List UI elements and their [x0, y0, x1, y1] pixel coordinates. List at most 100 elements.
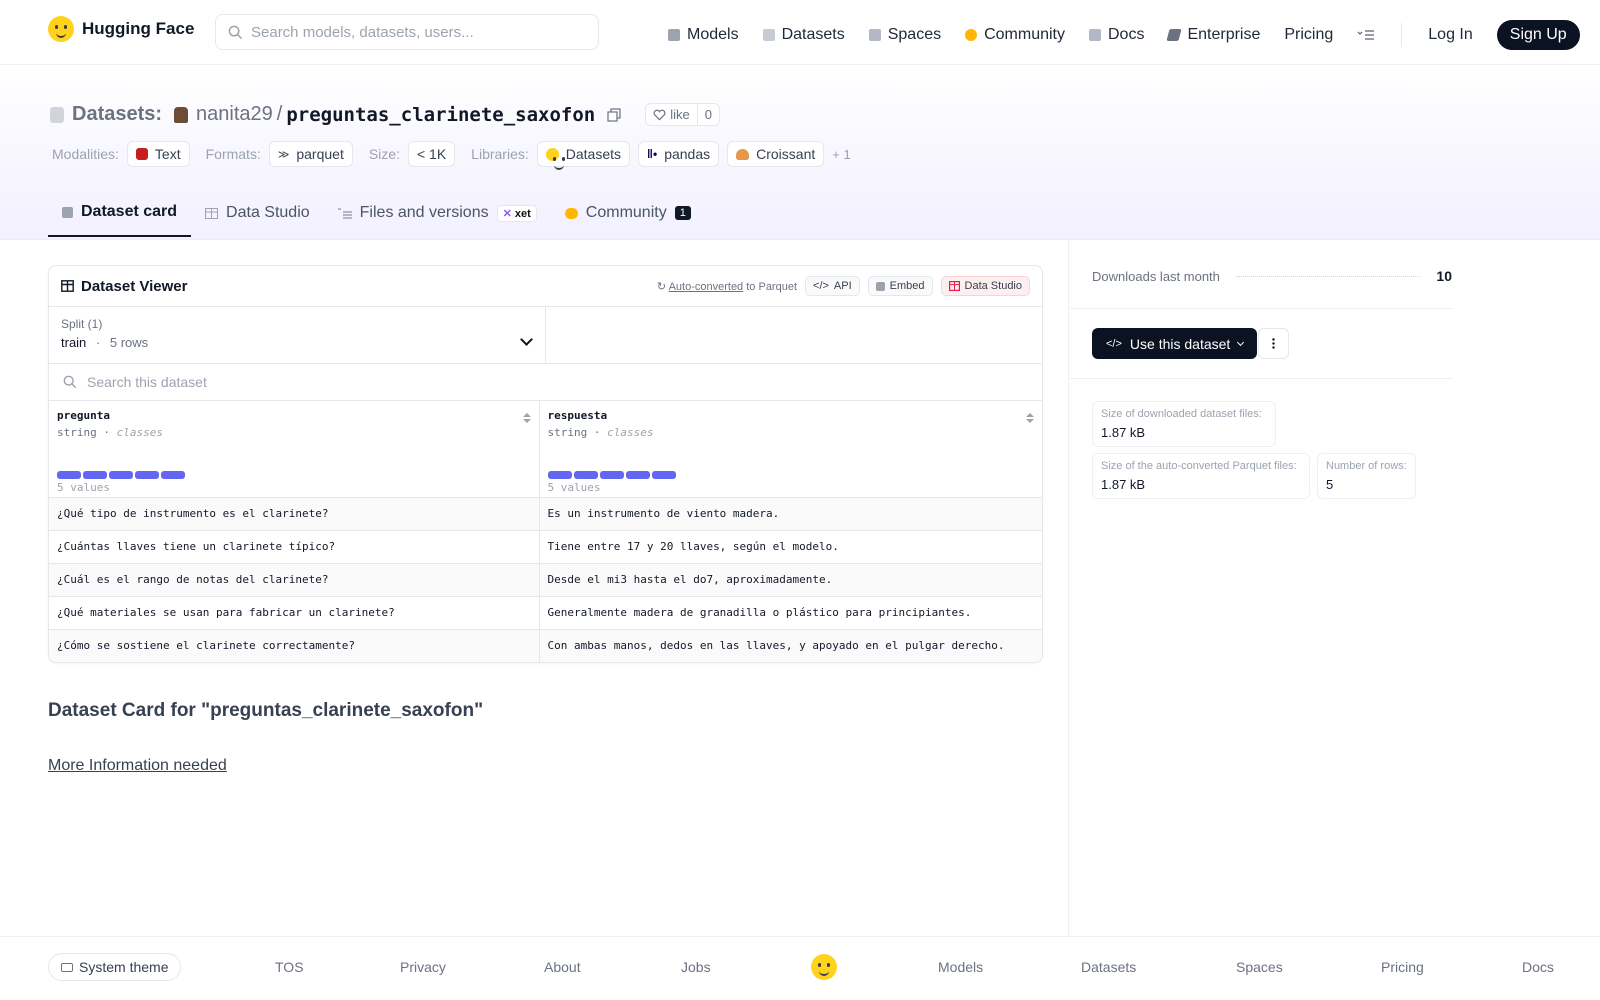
- global-search-box[interactable]: [215, 14, 599, 50]
- data-studio-button[interactable]: Data Studio: [940, 276, 1030, 296]
- viewer-actions: ↻ Auto-converted to Parquet </> API Embed…: [657, 276, 1030, 296]
- size-tag[interactable]: < 1K: [407, 141, 456, 167]
- table-cell[interactable]: ¿Cuál es el rango de notas del clarinete…: [49, 563, 539, 597]
- table-row[interactable]: ¿Qué tipo de instrumento es el clarinete…: [49, 497, 1042, 531]
- table-cell[interactable]: Tiene entre 17 y 20 llaves, según el mod…: [538, 530, 1042, 564]
- viewer-title: Dataset Viewer: [61, 278, 187, 295]
- footer-link-models[interactable]: Models: [938, 959, 983, 975]
- nav-docs[interactable]: Docs: [1089, 26, 1144, 44]
- nav-community[interactable]: Community: [965, 26, 1065, 44]
- login-link[interactable]: Log In: [1428, 26, 1472, 44]
- footer-link-privacy[interactable]: Privacy: [400, 959, 446, 975]
- table-cell[interactable]: Es un instrumento de viento madera.: [538, 497, 1042, 531]
- table-row[interactable]: ¿Cómo se sostiene el clarinete correctam…: [49, 629, 1042, 662]
- theme-toggle-button[interactable]: System theme: [48, 953, 182, 981]
- nav-datasets[interactable]: Datasets: [762, 26, 845, 44]
- breadcrumb-slash: /: [276, 103, 283, 125]
- table-cell[interactable]: Desde el mi3 hasta el do7, aproximadamen…: [538, 563, 1042, 597]
- dataset-search-input[interactable]: [87, 374, 687, 390]
- croissant-icon: [736, 148, 750, 160]
- column-header-pregunta[interactable]: pregunta string · classes 5 values: [49, 401, 539, 498]
- to-parquet-text: to Parquet: [746, 280, 798, 293]
- monitor-icon: [61, 962, 73, 972]
- tab-files-and-versions[interactable]: Files and versions ✕ xet: [324, 197, 551, 237]
- table-cell[interactable]: Generalmente madera de granadilla o plás…: [538, 596, 1042, 630]
- code-icon: </>: [1106, 337, 1122, 350]
- use-this-dataset-button[interactable]: </> Use this dataset: [1092, 328, 1258, 359]
- embed-button-label: Embed: [889, 280, 925, 292]
- histogram-bar: [573, 471, 598, 479]
- datasets-icon: [762, 29, 775, 41]
- nav-models-label: Models: [687, 26, 739, 43]
- data-studio-button-label: Data Studio: [964, 280, 1022, 292]
- sidebar-separator: [1069, 308, 1453, 309]
- column-type: string · classes: [57, 426, 163, 439]
- theme-toggle-label: System theme: [79, 959, 169, 975]
- nav-pricing[interactable]: Pricing: [1284, 26, 1333, 44]
- more-options-button[interactable]: [1258, 328, 1289, 359]
- community-count-badge: 1: [674, 206, 691, 220]
- hf-logo-link[interactable]: Hugging Face: [48, 16, 194, 42]
- footer-link-jobs[interactable]: Jobs: [681, 959, 711, 975]
- api-button[interactable]: </> API: [805, 276, 860, 296]
- column-value-count: 5 values: [57, 481, 110, 494]
- embed-button[interactable]: Embed: [867, 276, 933, 296]
- hugging-face-footer-logo-icon[interactable]: [811, 954, 837, 980]
- owner-link[interactable]: nanita29: [196, 103, 273, 126]
- column-type-value: string: [547, 426, 588, 439]
- copy-icon[interactable]: [607, 107, 621, 122]
- split-selector[interactable]: Split (1) train · 5 rows: [49, 307, 546, 363]
- like-button[interactable]: like 0: [645, 103, 720, 126]
- library-tag-datasets[interactable]: Datasets: [536, 141, 631, 170]
- library-tag-pandas[interactable]: ‖• pandas: [638, 141, 720, 167]
- value-histogram[interactable]: [547, 471, 676, 479]
- value-histogram[interactable]: [57, 471, 185, 479]
- footer-link-docs[interactable]: Docs: [1522, 959, 1554, 975]
- column-header-respuesta[interactable]: respuesta string · classes 5 values: [538, 401, 1042, 498]
- table-cell[interactable]: ¿Qué materiales se usan para fabricar un…: [49, 596, 539, 630]
- footer-link-pricing[interactable]: Pricing: [1381, 959, 1424, 975]
- size-label: Size:: [368, 146, 400, 162]
- global-search-input[interactable]: [251, 23, 571, 41]
- split-rows: 5 rows: [109, 335, 149, 350]
- more-menu-button[interactable]: [1357, 29, 1375, 41]
- auto-converted-link[interactable]: Auto-converted: [669, 281, 744, 293]
- tab-community[interactable]: Community 1: [551, 197, 705, 237]
- datasets-section-link[interactable]: Datasets:: [72, 103, 162, 126]
- table-cell[interactable]: ¿Cuántas llaves tiene un clarinete típic…: [49, 530, 539, 564]
- footer-link-spaces[interactable]: Spaces: [1236, 959, 1283, 975]
- footer-link-datasets[interactable]: Datasets: [1081, 959, 1136, 975]
- table-row[interactable]: ¿Cuántas llaves tiene un clarinete típic…: [49, 530, 1042, 564]
- table-row[interactable]: ¿Cuál es el rango de notas del clarinete…: [49, 563, 1042, 597]
- more-libraries[interactable]: + 1: [832, 147, 850, 162]
- nav-enterprise[interactable]: Enterprise: [1166, 26, 1260, 44]
- text-modality-icon: [135, 148, 148, 160]
- tab-dataset-card[interactable]: Dataset card: [48, 197, 192, 237]
- viewer-title-text: Dataset Viewer: [81, 277, 188, 295]
- library-tag-croissant[interactable]: Croissant: [727, 141, 825, 167]
- table-cell[interactable]: Con ambas manos, dedos en las llaves, y …: [538, 629, 1042, 662]
- repo-breadcrumb: Datasets: nanita29 / preguntas_clarinete…: [50, 103, 720, 126]
- signup-button[interactable]: Sign Up: [1496, 20, 1580, 50]
- top-navbar: Hugging Face Models Datasets Spaces Comm…: [0, 0, 1600, 65]
- column-value-count: 5 values: [547, 481, 601, 494]
- tab-data-studio[interactable]: Data Studio: [191, 197, 324, 237]
- more-information-link[interactable]: More Information needed: [48, 757, 227, 775]
- footer-link-about[interactable]: About: [544, 959, 581, 975]
- format-tag[interactable]: ≫ parquet: [268, 141, 353, 167]
- main-nav: Models Datasets Spaces Community Docs En…: [668, 20, 1580, 50]
- split-caption: Split (1): [61, 317, 103, 331]
- modality-tag[interactable]: Text: [126, 141, 190, 167]
- table-cell[interactable]: ¿Cómo se sostiene el clarinete correctam…: [49, 629, 539, 662]
- dataset-search-box[interactable]: [49, 364, 1042, 401]
- table-cell[interactable]: ¿Qué tipo de instrumento es el clarinete…: [49, 497, 539, 531]
- auto-converted-info[interactable]: ↻ Auto-converted to Parquet: [657, 280, 797, 293]
- nav-models[interactable]: Models: [668, 26, 739, 44]
- column-name: pregunta: [57, 409, 110, 422]
- footer-link-tos[interactable]: TOS: [275, 959, 304, 975]
- modality-tag-label: Text: [154, 146, 181, 162]
- repo-name[interactable]: preguntas_clarinete_saxofon: [286, 104, 595, 126]
- nav-spaces[interactable]: Spaces: [868, 26, 941, 44]
- tab-files-label: Files and versions: [359, 204, 489, 221]
- table-row[interactable]: ¿Qué materiales se usan para fabricar un…: [49, 596, 1042, 630]
